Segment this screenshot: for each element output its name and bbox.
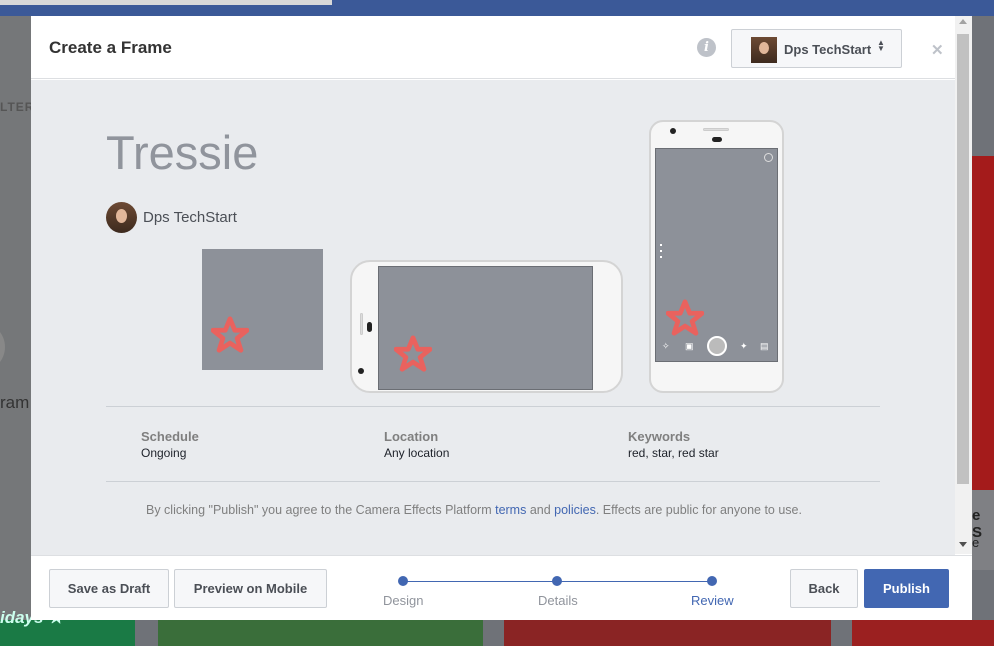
landscape-screen [378, 266, 593, 390]
select-caret-icon: ▲ ▼ [877, 38, 885, 53]
phone-home-button [367, 322, 372, 332]
schedule-value: Ongoing [141, 446, 187, 460]
preview-mobile-button[interactable]: Preview on Mobile [174, 569, 327, 608]
scrollbar-thumb[interactable] [957, 34, 969, 484]
agreement-prefix: By clicking "Publish" you agree to the C… [146, 503, 496, 517]
divider [106, 406, 880, 407]
location-value: Any location [384, 446, 450, 460]
close-icon[interactable]: ✕ [931, 41, 944, 59]
creator-name: Dps TechStart [143, 209, 237, 226]
create-frame-modal: Create a Frame i Dps TechStart ▲ ▼ ✕ Tres… [31, 16, 972, 620]
publish-button[interactable]: Publish [864, 569, 949, 608]
modal-title: Create a Frame [49, 38, 172, 57]
scroll-down-icon[interactable] [959, 542, 967, 547]
portrait-screen: ✧ ▣ ✦ ▤ [655, 148, 778, 362]
portrait-phone-preview: ✧ ▣ ✦ ▤ [649, 120, 784, 393]
phone-speaker [703, 128, 729, 131]
shutter-button [707, 336, 727, 356]
step-label-review[interactable]: Review [691, 593, 734, 608]
schedule-label: Schedule [141, 429, 199, 444]
star-icon [666, 299, 704, 336]
square-preview [202, 249, 323, 370]
modal-footer: Save as Draft Preview on Mobile Design D… [31, 555, 972, 620]
phone-speaker [360, 313, 363, 335]
landscape-phone-preview [350, 260, 623, 393]
effects-wand-icon: ✧ [662, 341, 670, 351]
divider [106, 481, 880, 482]
account-avatar [751, 37, 777, 63]
modal-scrollbar[interactable] [955, 16, 972, 554]
policies-link[interactable]: policies [554, 503, 596, 517]
save-draft-button[interactable]: Save as Draft [49, 569, 169, 608]
phone-home-button [712, 137, 722, 142]
step-dot-details[interactable] [552, 576, 562, 586]
agreement-suffix: . Effects are public for anyone to use. [595, 503, 802, 517]
phone-camera [358, 368, 364, 374]
terms-link[interactable]: terms [495, 503, 526, 517]
gallery-icon: ▣ [685, 341, 694, 351]
background-tile-red [852, 620, 994, 646]
step-dot-review[interactable] [707, 576, 717, 586]
background-right-card [971, 156, 994, 531]
star-icon [394, 335, 432, 372]
agreement-middle: and [526, 503, 555, 517]
account-selector[interactable]: Dps TechStart ▲ ▼ [731, 29, 902, 68]
background-tile-wreath [504, 620, 831, 646]
photo-icon: ▤ [760, 341, 769, 351]
step-label-details[interactable]: Details [538, 593, 578, 608]
background-top-bar [0, 0, 994, 16]
frame-title: Tressie [106, 126, 259, 179]
camera-switch-icon [764, 153, 773, 162]
info-icon[interactable]: i [697, 38, 716, 57]
star-icon [211, 316, 249, 353]
menu-dots-icon [660, 244, 662, 264]
sparkle-icon: ✦ [740, 341, 748, 351]
creator-avatar [106, 202, 137, 233]
keywords-value: red, star, red star [628, 446, 719, 460]
keywords-label: Keywords [628, 429, 691, 444]
background-tile-ornament [158, 620, 483, 646]
phone-camera [670, 128, 676, 134]
modal-body: Tressie Dps TechStart ✧ ▣ ✦ ▤ Schedule O… [31, 80, 955, 555]
modal-header: Create a Frame i Dps TechStart ▲ ▼ ✕ [31, 16, 972, 79]
publish-agreement-text: By clicking "Publish" you agree to the C… [146, 503, 802, 517]
location-label: Location [384, 429, 439, 444]
account-name: Dps TechStart [784, 42, 872, 57]
scroll-up-icon[interactable] [959, 19, 967, 24]
step-dot-design[interactable] [398, 576, 408, 586]
step-label-design[interactable]: Design [383, 593, 423, 608]
background-left-label: ram [0, 393, 30, 412]
back-button[interactable]: Back [790, 569, 858, 608]
background-right-sublabel: e [972, 535, 980, 550]
